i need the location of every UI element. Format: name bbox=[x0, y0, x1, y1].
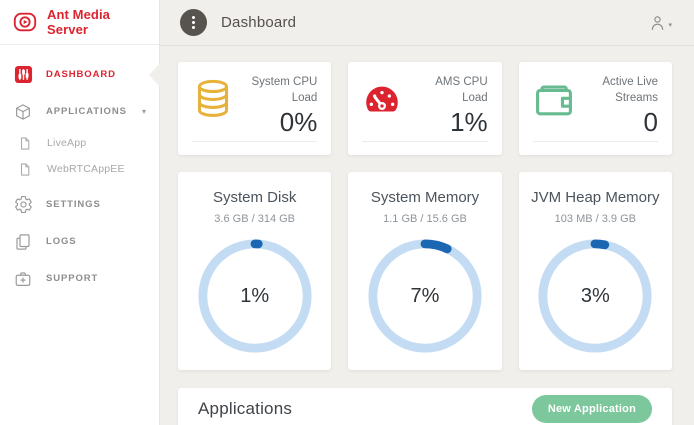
sidebar-item-liveapp[interactable]: LiveApp bbox=[0, 130, 159, 156]
usage-donut-chart: 3% bbox=[536, 237, 654, 355]
new-application-button[interactable]: New Application bbox=[532, 395, 652, 423]
gauge-percent-label: 7% bbox=[366, 237, 484, 355]
sidebar-nav: DASHBOARD APPLICATIONS ▾ LiveApp bbox=[0, 45, 159, 297]
sidebar-item-settings[interactable]: SETTINGS bbox=[0, 186, 159, 223]
gauge-title: System Disk bbox=[178, 189, 331, 206]
card-divider bbox=[192, 141, 317, 155]
sidebar-item-label: WebRTCAppEE bbox=[47, 163, 125, 175]
gauge-icon bbox=[362, 75, 407, 141]
stat-label: AMS CPU Load bbox=[408, 75, 488, 106]
usage-donut-chart: 7% bbox=[366, 237, 484, 355]
gauge-title: JVM Heap Memory bbox=[519, 189, 672, 206]
logs-pages-icon bbox=[13, 233, 33, 251]
sidebar-item-dashboard[interactable]: DASHBOARD bbox=[0, 56, 159, 93]
sidebar-item-applications[interactable]: APPLICATIONS ▾ bbox=[0, 93, 159, 130]
gauge-usage: 1.1 GB / 15.6 GB bbox=[348, 213, 501, 225]
stat-value: 0% bbox=[280, 107, 318, 138]
gauges-row: System Disk 3.6 GB / 314 GB 1% System Me… bbox=[178, 172, 672, 370]
gauge-card-jvm-heap-memory: JVM Heap Memory 103 MB / 3.9 GB 3% bbox=[519, 172, 672, 370]
user-menu[interactable]: ▾ bbox=[648, 13, 672, 33]
sidebar-item-label: LiveApp bbox=[47, 137, 86, 149]
applications-cube-icon bbox=[13, 103, 33, 121]
document-icon bbox=[16, 136, 33, 151]
document-icon bbox=[16, 162, 33, 177]
stat-label: System CPU Load bbox=[235, 75, 317, 106]
page-title: Dashboard bbox=[221, 14, 296, 31]
stat-card-system-cpu-load: System CPU Load 0% bbox=[178, 62, 331, 155]
sidebar-item-label: APPLICATIONS bbox=[46, 106, 127, 117]
sidebar-item-support[interactable]: SUPPORT bbox=[0, 260, 159, 297]
stat-value: 1% bbox=[450, 107, 488, 138]
stats-row: System CPU Load 0% bbox=[178, 62, 672, 155]
gauge-card-system-disk: System Disk 3.6 GB / 314 GB 1% bbox=[178, 172, 331, 370]
main-area: Dashboard ▾ bbox=[160, 0, 694, 425]
card-divider bbox=[362, 141, 487, 155]
stat-card-ams-cpu-load: AMS CPU Load 1% bbox=[348, 62, 501, 155]
usage-donut-chart: 1% bbox=[196, 237, 314, 355]
gauge-percent-label: 3% bbox=[536, 237, 654, 355]
stat-label: Active Live Streams bbox=[576, 75, 658, 106]
chevron-down-icon: ▾ bbox=[142, 107, 146, 116]
ant-media-logo-icon bbox=[12, 10, 38, 34]
stat-card-active-live-streams: Active Live Streams 0 bbox=[519, 62, 672, 155]
logo[interactable]: Ant Media Server bbox=[0, 0, 159, 45]
gauge-card-system-memory: System Memory 1.1 GB / 15.6 GB 7% bbox=[348, 172, 501, 370]
support-kit-icon bbox=[13, 270, 33, 288]
stat-value: 0 bbox=[644, 107, 658, 138]
dashboard-content: System CPU Load 0% bbox=[160, 46, 694, 425]
wallet-icon bbox=[533, 75, 576, 141]
applications-panel: Applications New Application bbox=[178, 388, 672, 425]
sidebar-item-label: DASHBOARD bbox=[46, 69, 116, 80]
gauge-usage: 103 MB / 3.9 GB bbox=[519, 213, 672, 225]
gear-icon bbox=[13, 195, 33, 214]
applications-title: Applications bbox=[198, 399, 292, 419]
gauge-title: System Memory bbox=[348, 189, 501, 206]
dashboard-sliders-icon bbox=[13, 65, 33, 84]
database-icon bbox=[192, 75, 235, 141]
logo-text: Ant Media Server bbox=[47, 7, 147, 37]
kebab-menu-icon[interactable] bbox=[180, 9, 207, 36]
sidebar-item-label: LOGS bbox=[46, 236, 77, 247]
sidebar: Ant Media Server DASHBOARD bbox=[0, 0, 160, 425]
sidebar-item-logs[interactable]: LOGS bbox=[0, 223, 159, 260]
sidebar-item-label: SUPPORT bbox=[46, 273, 98, 284]
user-icon bbox=[648, 13, 667, 33]
sidebar-item-webrtcappee[interactable]: WebRTCAppEE bbox=[0, 156, 159, 182]
gauge-percent-label: 1% bbox=[196, 237, 314, 355]
chevron-down-icon: ▾ bbox=[668, 21, 672, 29]
sidebar-item-label: SETTINGS bbox=[46, 199, 101, 210]
card-divider bbox=[533, 141, 658, 155]
top-header: Dashboard ▾ bbox=[160, 0, 694, 46]
gauge-usage: 3.6 GB / 314 GB bbox=[178, 213, 331, 225]
